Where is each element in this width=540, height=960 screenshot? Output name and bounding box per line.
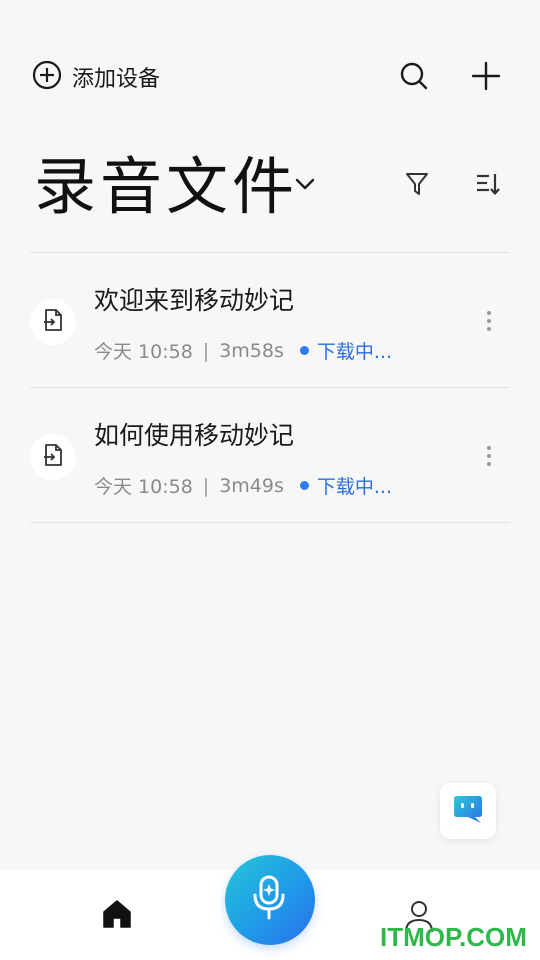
nav-home[interactable] bbox=[100, 898, 138, 934]
file-import-icon bbox=[42, 308, 64, 336]
meta-separator: | bbox=[202, 474, 210, 497]
download-status: 下载中... bbox=[316, 341, 393, 363]
plus-circle-icon bbox=[32, 60, 62, 94]
filter-button[interactable] bbox=[397, 166, 437, 206]
page-title[interactable]: 录音文件 bbox=[34, 150, 298, 224]
home-icon bbox=[100, 900, 134, 934]
more-vertical-icon bbox=[487, 446, 491, 450]
title-row: 录音文件 bbox=[0, 140, 540, 230]
more-dot bbox=[487, 454, 491, 458]
status-dot bbox=[299, 481, 309, 490]
recording-item[interactable]: 如何使用移动妙记 今天 10:58 | 3m49s 下载中... bbox=[0, 388, 540, 522]
recording-date: 今天 10:58 bbox=[94, 476, 193, 498]
more-options-button[interactable] bbox=[472, 436, 506, 476]
meta-separator: | bbox=[202, 339, 210, 362]
recording-duration: 3m49s bbox=[219, 474, 284, 497]
sort-button[interactable] bbox=[468, 166, 508, 206]
search-button[interactable] bbox=[394, 58, 434, 98]
add-device-label: 添加设备 bbox=[72, 67, 161, 92]
watermark-text: ITMOP.COM bbox=[380, 922, 527, 952]
more-dot bbox=[487, 462, 491, 466]
title-dropdown-button[interactable] bbox=[290, 170, 320, 200]
status-dot bbox=[299, 346, 309, 355]
recording-item[interactable]: 欢迎来到移动妙记 今天 10:58 | 3m58s 下载中... bbox=[0, 253, 540, 387]
add-button[interactable] bbox=[466, 58, 506, 98]
recording-date: 今天 10:58 bbox=[94, 341, 193, 363]
file-icon-badge bbox=[30, 434, 76, 480]
download-status: 下载中... bbox=[316, 476, 393, 498]
plus-icon bbox=[471, 61, 501, 95]
add-device-button[interactable]: 添加设备 bbox=[32, 60, 160, 94]
more-options-button[interactable] bbox=[472, 301, 506, 341]
more-dot bbox=[487, 319, 491, 323]
more-vertical-icon bbox=[487, 311, 491, 315]
filter-icon bbox=[404, 170, 430, 202]
more-dot bbox=[487, 327, 491, 331]
top-bar: 添加设备 bbox=[0, 48, 540, 108]
divider bbox=[30, 522, 510, 523]
recording-title: 欢迎来到移动妙记 bbox=[94, 286, 295, 315]
mic-sparkle-icon bbox=[248, 873, 292, 927]
chevron-down-icon bbox=[294, 176, 316, 195]
record-button[interactable] bbox=[225, 855, 315, 945]
assistant-icon bbox=[451, 794, 485, 828]
file-icon-badge bbox=[30, 299, 76, 345]
sort-icon bbox=[474, 170, 502, 202]
assistant-button[interactable] bbox=[440, 783, 496, 839]
recording-meta: 今天 10:58 | 3m49s 下载中... bbox=[94, 472, 392, 499]
file-import-icon bbox=[42, 443, 64, 471]
search-icon bbox=[399, 61, 429, 95]
recording-title: 如何使用移动妙记 bbox=[94, 421, 295, 450]
recording-duration: 3m58s bbox=[219, 339, 284, 362]
recording-meta: 今天 10:58 | 3m58s 下载中... bbox=[94, 337, 392, 364]
